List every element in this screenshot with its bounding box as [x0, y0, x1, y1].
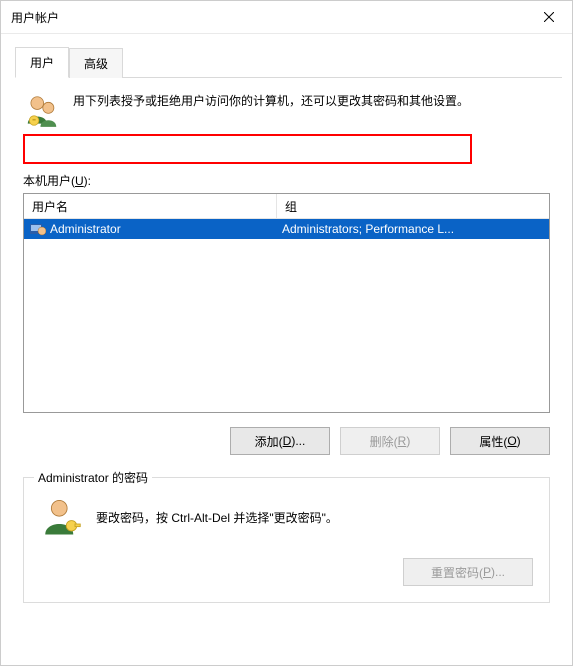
cell-group: Administrators; Performance L... [276, 222, 549, 236]
users-list-label: 本机用户(U): [23, 172, 550, 189]
user-key-icon [40, 496, 82, 538]
list-row[interactable]: Administrator Administrators; Performanc… [24, 219, 549, 239]
tab-users[interactable]: 用户 [15, 47, 69, 78]
intro-row: 用下列表授予或拒绝用户访问你的计算机，还可以更改其密码和其他设置。 [23, 92, 550, 130]
user-accounts-window: 用户帐户 用户 高级 用下列表授予或拒绝用户访问你的计算机，还可以更改其密码和其… [0, 0, 573, 666]
close-icon [544, 12, 554, 22]
column-username[interactable]: 用户名 [24, 194, 277, 218]
cell-username: Administrator [24, 221, 276, 237]
window-title: 用户帐户 [11, 9, 59, 26]
reset-row: 重置密码(P)... [40, 558, 533, 586]
password-groupbox: Administrator 的密码 要改密码，按 Ctrl-Alt-Del 并选… [23, 477, 550, 603]
tab-advanced[interactable]: 高级 [69, 48, 123, 78]
listview-header: 用户名 组 [24, 194, 549, 219]
close-button[interactable] [526, 1, 572, 33]
intro-text: 用下列表授予或拒绝用户访问你的计算机，还可以更改其密码和其他设置。 [73, 92, 469, 111]
users-icon [23, 92, 61, 130]
user-row-icon [30, 221, 46, 237]
password-legend: Administrator 的密码 [34, 469, 152, 486]
reset-password-button: 重置密码(P)... [403, 558, 533, 586]
properties-button[interactable]: 属性(O) [450, 427, 550, 455]
add-button[interactable]: 添加(D)... [230, 427, 330, 455]
remove-button: 删除(R) [340, 427, 440, 455]
tab-content: 用下列表授予或拒绝用户访问你的计算机，还可以更改其密码和其他设置。 本机用户(U… [1, 78, 572, 603]
password-row: 要改密码，按 Ctrl-Alt-Del 并选择"更改密码"。 [40, 496, 533, 538]
titlebar: 用户帐户 [1, 1, 572, 34]
tab-strip: 用户 高级 [15, 46, 562, 78]
users-listview[interactable]: 用户名 组 Administrator Administrators; Perf… [23, 193, 550, 413]
column-group[interactable]: 组 [277, 194, 549, 218]
password-text: 要改密码，按 Ctrl-Alt-Del 并选择"更改密码"。 [96, 509, 338, 526]
list-buttons: 添加(D)... 删除(R) 属性(O) [23, 427, 550, 455]
highlight-box [23, 134, 472, 164]
